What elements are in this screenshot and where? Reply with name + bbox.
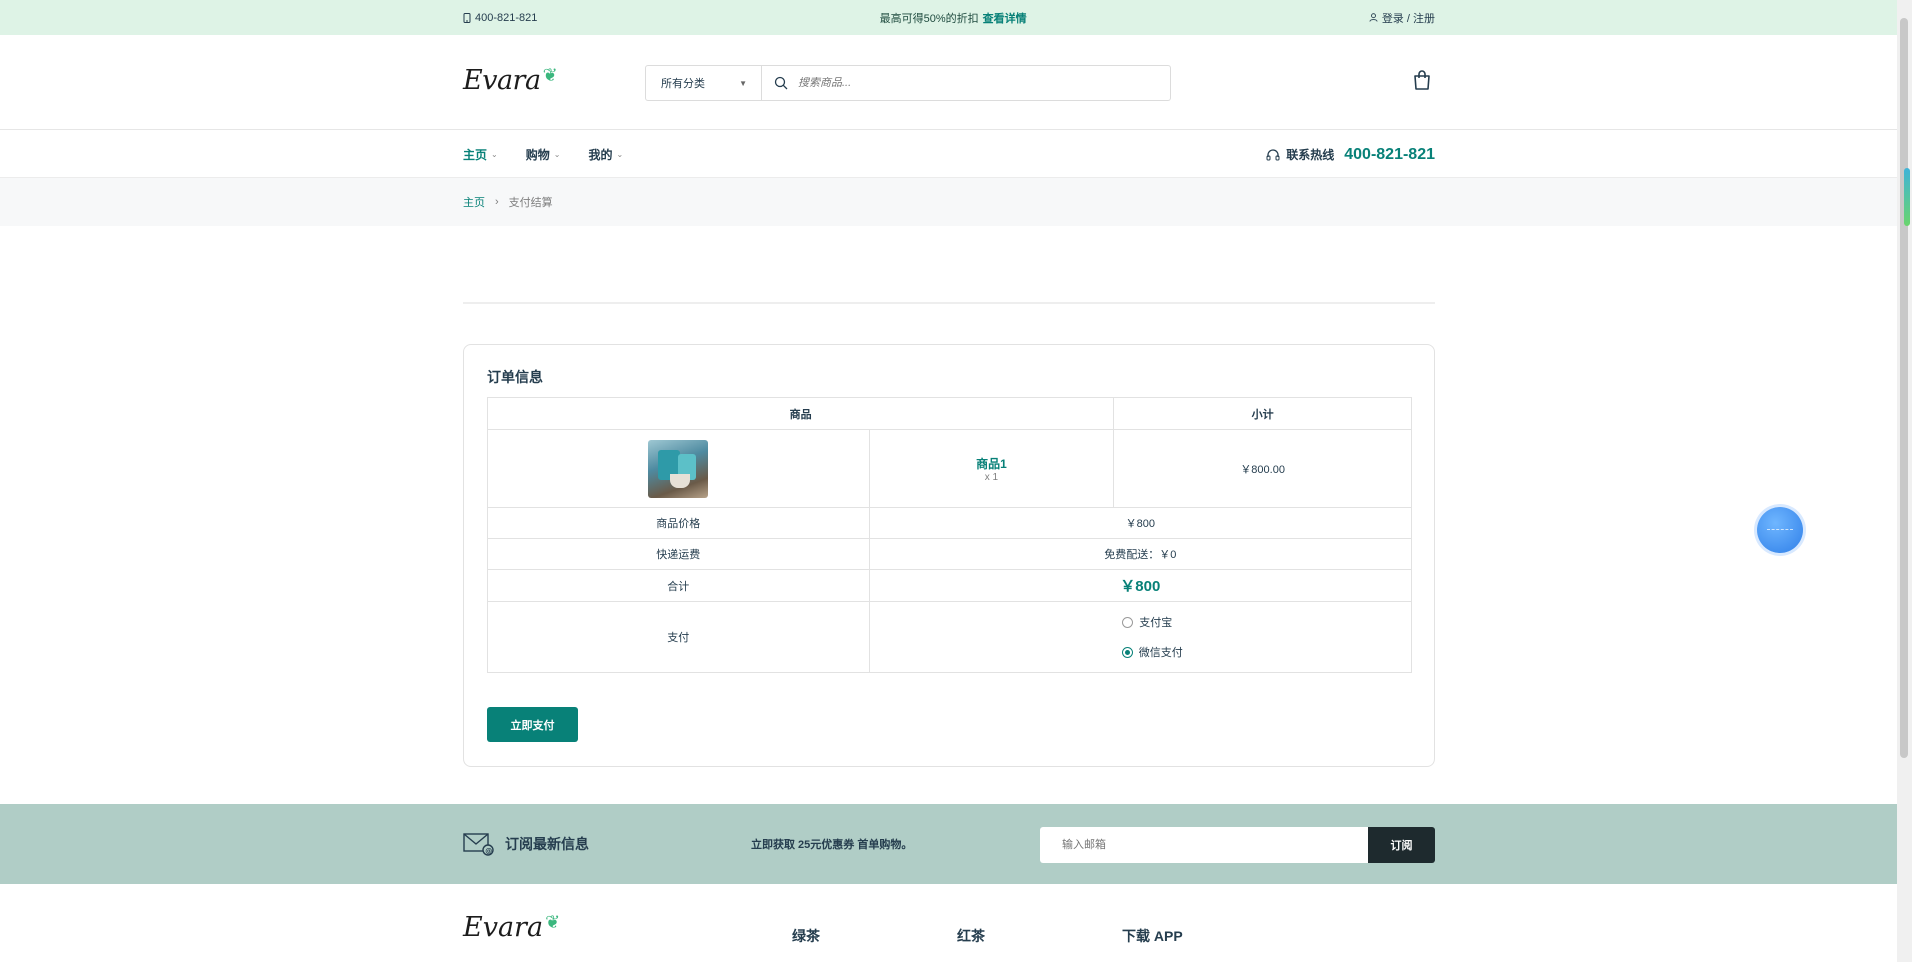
top-bar: 400-821-821 最高可得50%的折扣 查看详情 登录 / 注册	[0, 0, 1897, 35]
table-row: 商品1 x 1 ￥800.00	[487, 429, 1412, 508]
table-row: 快递运费 免费配送：￥0	[487, 538, 1413, 570]
nav-item-mine[interactable]: 我的 ⌄	[588, 146, 623, 163]
nav-item-label: 主页	[463, 148, 488, 162]
table-row: 商品价格 ￥800	[487, 507, 1413, 539]
newsletter-title-block: @ 订阅最新信息	[463, 804, 589, 884]
price-label: 商品价格	[487, 507, 870, 539]
wechat-radio[interactable]	[1121, 646, 1133, 658]
total-value: ￥800	[868, 569, 1413, 602]
payment-option-label: 支付宝	[1139, 617, 1173, 629]
breadcrumb-home[interactable]: 主页	[463, 194, 485, 210]
product-info-cell: 商品1 x 1	[868, 429, 1115, 508]
logo-text: Evara	[463, 64, 541, 96]
col-header-subtotal: 小计	[1113, 397, 1412, 430]
breadcrumb-separator: ›	[495, 196, 499, 208]
breadcrumb-current: 支付结算	[508, 197, 553, 209]
footer-logo[interactable]: Evara ❦	[463, 912, 560, 943]
pay-now-button[interactable]: 立即支付	[487, 707, 578, 742]
product-subtotal: ￥800.00	[1113, 429, 1412, 508]
nav-item-shop[interactable]: 购物 ⌄	[526, 146, 561, 163]
chat-icon	[1767, 529, 1793, 531]
topbar-promo: 最高可得50%的折扣 查看详情	[880, 10, 1027, 26]
footer-col-black-tea: 红茶	[957, 928, 985, 944]
page-scrollbar[interactable]	[1897, 0, 1912, 962]
payment-option-label: 微信支付	[1138, 647, 1183, 659]
shipping-value: 免费配送：￥0	[868, 538, 1413, 570]
product-quantity: x 1	[984, 471, 999, 483]
newsletter-title: 订阅最新信息	[505, 836, 589, 852]
header: Evara ❦ 所有分类 ▼	[0, 35, 1897, 130]
footer-logo-text: Evara	[463, 912, 544, 943]
footer-col-download-app: 下载 APP	[1122, 928, 1183, 944]
email-field[interactable]	[1040, 827, 1368, 863]
leaf-icon: ❦	[545, 912, 561, 932]
product-image-cell	[487, 429, 870, 508]
order-info-card: 订单信息 商品 小计 商品1 x 1 ￥800.00 商品价格 ￥800 快递运…	[463, 344, 1435, 767]
table-row: 合计 ￥800	[487, 569, 1413, 602]
shipping-label: 快递运费	[487, 538, 870, 570]
order-table: 商品 小计 商品1 x 1 ￥800.00 商品价格 ￥800 快递运费 免费配…	[486, 397, 1413, 673]
headset-icon	[1266, 148, 1280, 160]
breadcrumb: 主页 › 支付结算	[463, 178, 553, 226]
leaf-icon: ❦	[542, 64, 558, 85]
breadcrumb-bar: 主页 › 支付结算	[0, 178, 1897, 226]
table-row: 支付 支付宝 微信支付	[487, 601, 1413, 673]
footer: Evara ❦ 绿茶 红茶 下载 APP	[0, 884, 1897, 962]
scrollbar-thumb[interactable]	[1900, 18, 1908, 758]
nav-item-label: 购物	[525, 148, 550, 162]
promo-link[interactable]: 查看详情	[983, 13, 1027, 25]
newsletter-form: 订阅	[1040, 827, 1435, 863]
order-title: 订单信息	[487, 369, 543, 385]
topbar-phone-number: 400-821-821	[475, 11, 538, 24]
login-register-link[interactable]: 登录 / 注册	[1382, 10, 1435, 26]
chevron-down-icon: ⌄	[616, 150, 624, 159]
hotline: 联系热线 400-821-821	[1266, 131, 1435, 178]
chevron-down-icon: ⌄	[491, 150, 498, 159]
scrollbar-marker	[1904, 168, 1910, 226]
payment-option-wechat[interactable]: 微信支付	[1121, 644, 1183, 660]
category-select-value: 所有分类	[661, 78, 705, 90]
payment-label: 支付	[487, 601, 870, 673]
svg-text:@: @	[485, 847, 492, 855]
phone-icon	[463, 12, 471, 23]
promo-text: 最高可得50%的折扣	[879, 12, 979, 25]
newsletter-bar: @ 订阅最新信息 立即获取 25元优惠券 首单购物。 订阅	[0, 804, 1897, 884]
site-logo[interactable]: Evara ❦	[463, 63, 558, 97]
hotline-number[interactable]: 400-821-821	[1344, 146, 1435, 164]
subscribe-button[interactable]: 订阅	[1368, 827, 1435, 863]
newsletter-offer: 立即获取 25元优惠券 首单购物。	[751, 839, 913, 851]
payment-option-alipay[interactable]: 支付宝	[1122, 614, 1172, 630]
main-nav: 主页 ⌄ 购物 ⌄ 我的 ⌄ 联系热线 400-821-821	[0, 131, 1897, 178]
category-select[interactable]: 所有分类 ▼	[646, 66, 762, 100]
search-input[interactable]	[798, 77, 1138, 89]
price-value: ￥800	[868, 507, 1413, 539]
section-divider	[463, 302, 1435, 304]
alipay-radio[interactable]	[1122, 616, 1134, 628]
payment-options-cell: 支付宝 微信支付	[868, 601, 1413, 673]
search-bar: 所有分类 ▼	[645, 65, 1171, 101]
mail-icon: @	[463, 833, 494, 856]
footer-col-green-tea: 绿茶	[792, 928, 820, 944]
caret-down-icon: ▼	[739, 78, 747, 88]
floating-chat-button[interactable]	[1757, 507, 1803, 553]
user-icon	[1369, 13, 1378, 22]
product-image[interactable]	[648, 439, 709, 498]
nav-item-home[interactable]: 主页 ⌄	[463, 146, 498, 163]
total-label: 合计	[487, 569, 870, 602]
search-icon	[774, 76, 788, 90]
shopping-bag-icon[interactable]	[1410, 68, 1434, 92]
nav-item-label: 我的	[588, 148, 613, 162]
product-name[interactable]: 商品1	[870, 455, 1114, 472]
col-header-product: 商品	[486, 397, 1115, 430]
hotline-label: 联系热线	[1286, 148, 1335, 162]
chevron-down-icon: ⌄	[553, 150, 561, 159]
topbar-phone: 400-821-821	[463, 12, 537, 24]
total-amount: ￥800	[1120, 578, 1161, 595]
topbar-login[interactable]: 登录 / 注册	[1369, 10, 1435, 26]
